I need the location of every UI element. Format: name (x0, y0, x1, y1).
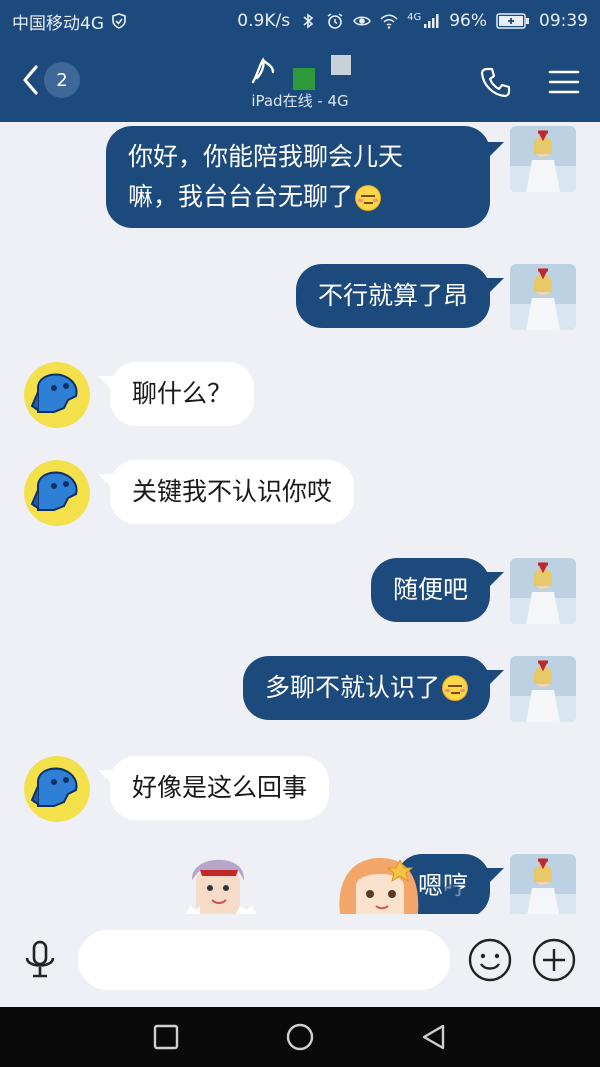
recent-apps-icon[interactable] (150, 1021, 182, 1053)
outgoing-message-bubble[interactable]: 多聊不就认识了 (242, 656, 490, 720)
status-bar: 中国移动4G 0.9K/s 4G 96% 09:39 (0, 0, 600, 42)
self-avatar[interactable] (510, 264, 576, 330)
eye-icon (353, 16, 371, 26)
girl-sticker (339, 858, 462, 914)
chevron-left-icon (23, 65, 38, 95)
contact-status: iPad在线 - 4G (251, 92, 349, 110)
bubble-tail (486, 278, 504, 296)
peer-avatar[interactable] (24, 460, 90, 526)
menu-icon[interactable] (546, 64, 582, 100)
microphone-icon[interactable] (16, 936, 64, 984)
carrier-label: 中国移动4G (12, 13, 104, 34)
bluetooth-icon (303, 13, 314, 29)
battery-percent: 96% (449, 11, 487, 31)
message-text: 随便吧 (392, 575, 468, 604)
sticker-overlay[interactable] (0, 840, 600, 914)
incoming-message-bubble[interactable]: 好像是这么回事 (110, 756, 330, 820)
self-avatar[interactable] (510, 656, 576, 722)
message-text: 聊什么？ (132, 379, 233, 408)
back-button[interactable]: 2 (20, 62, 80, 98)
outgoing-message-bubble[interactable]: 随便吧 (370, 558, 490, 622)
bubble-tail (486, 572, 504, 590)
message-row: 好像是这么回事 (0, 756, 600, 822)
message-input[interactable] (78, 930, 450, 990)
message-text: 关键我不认识你哎 (132, 477, 333, 506)
message-row: 你好，你能陪我聊会儿天 嘛，我台台台无聊了 (0, 126, 600, 234)
back-nav-icon[interactable] (418, 1021, 450, 1053)
message-row: 随便吧 (0, 558, 600, 624)
contact-logo-icon (251, 57, 275, 84)
message-text-line: 嘛，我台台台无聊了 (128, 182, 354, 211)
contact-info[interactable]: iPad在线 - 4G (200, 54, 400, 111)
signal-icon (424, 14, 439, 28)
home-icon[interactable] (284, 1021, 316, 1053)
plus-icon[interactable] (530, 936, 578, 984)
peer-avatar[interactable] (24, 362, 90, 428)
incoming-message-bubble[interactable]: 聊什么？ (110, 362, 255, 426)
system-nav-bar (0, 1007, 600, 1067)
peer-avatar[interactable] (24, 756, 90, 822)
self-avatar[interactable] (510, 558, 576, 624)
message-list[interactable]: 你好，你能陪我聊会儿天 嘛，我台台台无聊了 不行就算了昂 聊什么？ 关键我不认识… (0, 122, 600, 914)
message-row: 多聊不就认识了 (0, 656, 600, 722)
message-row: 关键我不认识你哎 (0, 460, 600, 526)
bubble-tail (486, 670, 504, 688)
alarm-icon (327, 13, 343, 29)
smiley-icon[interactable] (466, 936, 514, 984)
wifi-icon (380, 14, 398, 29)
message-text: 不行就算了昂 (317, 281, 468, 310)
chat-header: 2 iPad在线 - 4G (0, 42, 600, 122)
embarrassed-emoji-icon (442, 675, 468, 701)
outgoing-message-bubble[interactable]: 不行就算了昂 (295, 264, 490, 328)
network-speed: 0.9K/s (237, 11, 291, 31)
network-type-small: 4G (407, 11, 422, 23)
contact-name-pixel (331, 55, 351, 75)
unread-count-badge: 2 (44, 62, 80, 98)
boy-sticker (186, 859, 256, 914)
message-row: 聊什么？ (0, 362, 600, 428)
incoming-message-bubble[interactable]: 关键我不认识你哎 (110, 460, 355, 524)
battery-icon (496, 13, 529, 29)
message-text: 多聊不就认识了 (264, 673, 440, 702)
outgoing-message-bubble[interactable]: 你好，你能陪我聊会儿天 嘛，我台台台无聊了 (106, 126, 490, 228)
clock: 09:39 (539, 11, 588, 31)
shield-icon (112, 13, 126, 29)
message-text: 好像是这么回事 (132, 773, 308, 802)
bubble-tail (486, 142, 504, 160)
contact-name-pixel (293, 68, 315, 90)
message-row: 不行就算了昂 (0, 264, 600, 330)
message-text-line: 你好，你能陪我聊会儿天 (128, 142, 404, 171)
self-avatar[interactable] (510, 126, 576, 192)
input-bar (0, 914, 600, 1007)
embarrassed-emoji-icon (355, 185, 382, 211)
phone-icon[interactable] (478, 64, 514, 100)
